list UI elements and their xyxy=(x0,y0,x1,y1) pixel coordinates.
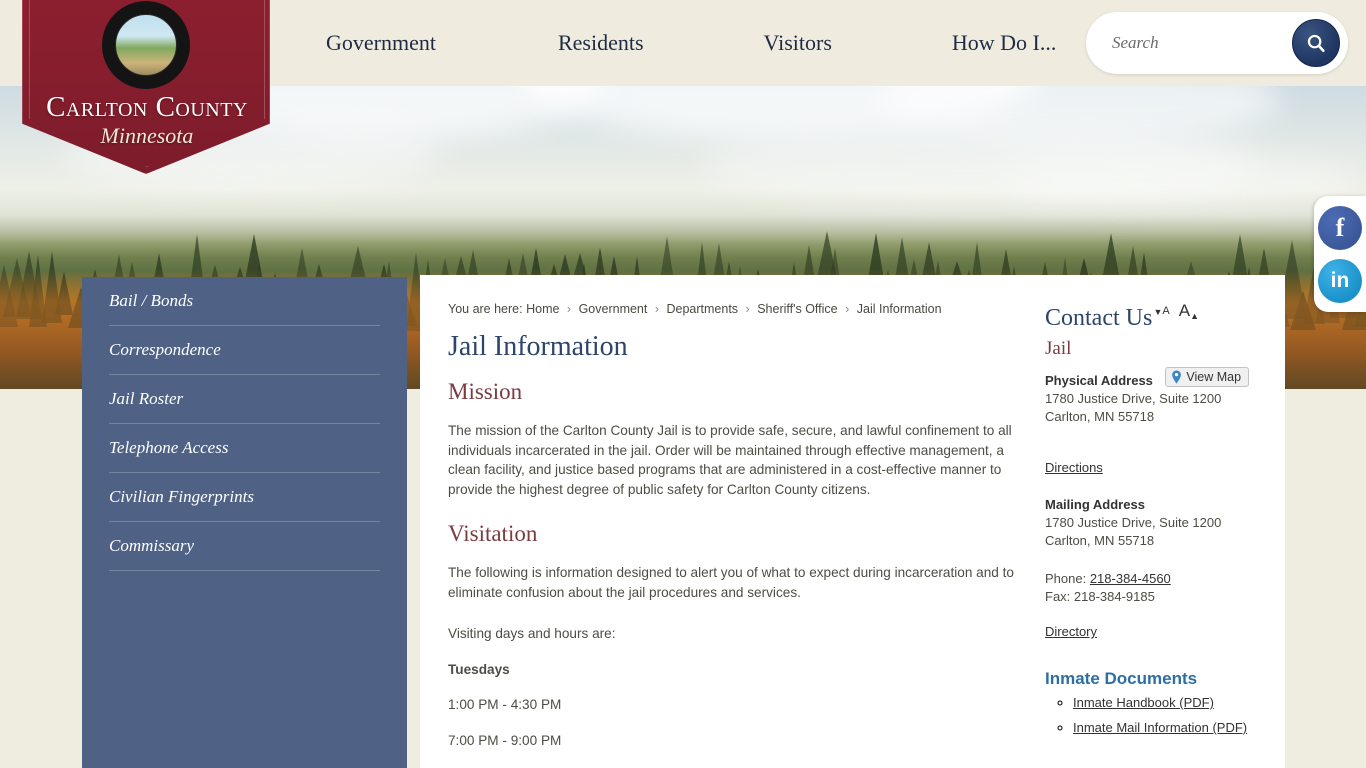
search-input[interactable] xyxy=(1112,23,1272,63)
physical-address-label: Physical Address xyxy=(1045,373,1153,388)
directions-link[interactable]: Directions xyxy=(1045,460,1280,475)
breadcrumb-item-home[interactable]: Home xyxy=(526,302,559,316)
physical-address-block: Physical Address View Map 1780 Justice D… xyxy=(1045,367,1280,426)
breadcrumb-separator: › xyxy=(566,302,572,316)
breadcrumb-separator: › xyxy=(845,302,850,316)
sidebar-item-bail-bonds[interactable]: Bail / Bonds xyxy=(109,277,380,326)
mission-paragraph: The mission of the Carlton County Jail i… xyxy=(448,423,1012,497)
county-seal-icon xyxy=(102,1,190,89)
sidebar-item-commissary[interactable]: Commissary xyxy=(109,522,380,571)
list-item: Inmate Handbook (PDF) xyxy=(1073,694,1280,712)
inmate-handbook-link[interactable]: Inmate Handbook (PDF) xyxy=(1073,695,1214,710)
nav-item-how-do-i[interactable]: How Do I... xyxy=(926,30,1083,56)
section-sidebar-nav: Bail / Bonds Correspondence Jail Roster … xyxy=(82,277,407,768)
cloud-shape xyxy=(1000,150,1360,210)
article-body: Mission The mission of the Carlton Count… xyxy=(448,379,1016,750)
nav-item-government[interactable]: Government xyxy=(300,30,462,56)
contact-department-name: Jail xyxy=(1045,338,1072,359)
view-map-label: View Map xyxy=(1186,370,1242,384)
page-title: Jail Information xyxy=(448,331,628,362)
social-media-rail: f in xyxy=(1314,196,1366,312)
mailing-address-label: Mailing Address xyxy=(1045,497,1145,512)
sidebar-item-telephone-access[interactable]: Telephone Access xyxy=(109,424,380,473)
map-pin-icon xyxy=(1172,370,1182,384)
breadcrumb-item-departments[interactable]: Departments xyxy=(667,302,739,316)
fax-row: Fax: 218-384-9185 xyxy=(1045,589,1155,604)
nav-item-visitors[interactable]: Visitors xyxy=(738,30,858,56)
visiting-time-2: 7:00 PM - 9:00 PM xyxy=(448,732,562,748)
main-navigation: Government Residents Visitors How Do I..… xyxy=(300,0,1082,86)
view-map-button[interactable]: View Map xyxy=(1165,367,1250,387)
breadcrumb: You are here: Home › Government › Depart… xyxy=(448,302,942,316)
sidebar-item-jail-roster[interactable]: Jail Roster xyxy=(109,375,380,424)
page-root: Government Residents Visitors How Do I..… xyxy=(0,0,1366,768)
contact-sidebar: Contact Us Jail Physical Address View Ma… xyxy=(1045,305,1280,744)
logo-county-name: Carlton County xyxy=(46,91,248,123)
breadcrumb-prefix: You are here: xyxy=(448,302,523,316)
section-heading-mission: Mission xyxy=(448,379,523,404)
sidebar-item-correspondence[interactable]: Correspondence xyxy=(109,326,380,375)
breadcrumb-item-jail-information: Jail Information xyxy=(856,302,942,316)
search-icon xyxy=(1307,34,1325,53)
phone-label: Phone: xyxy=(1045,571,1087,586)
linkedin-icon[interactable]: in xyxy=(1318,258,1362,303)
directory-link[interactable]: Directory xyxy=(1045,624,1280,639)
nav-item-residents[interactable]: Residents xyxy=(532,30,670,56)
section-heading-visitation: Visitation xyxy=(448,521,538,546)
phone-number-link[interactable]: 218-384-4560 xyxy=(1090,571,1171,586)
visitation-paragraph: The following is information designed to… xyxy=(448,565,1014,600)
seal-landscape xyxy=(115,14,177,76)
breadcrumb-item-sheriffs-office[interactable]: Sheriff's Office xyxy=(757,302,837,316)
mailing-address-line-1: 1780 Justice Drive, Suite 1200 xyxy=(1045,515,1222,530)
content-panel: You are here: Home › Government › Depart… xyxy=(420,275,1285,768)
mailing-address-line-2: Carlton, MN 55718 xyxy=(1045,533,1155,548)
search-button[interactable] xyxy=(1292,19,1340,67)
search-box xyxy=(1086,12,1348,74)
contact-us-title: Contact Us xyxy=(1045,305,1153,331)
visiting-day-label: Tuesdays xyxy=(448,661,510,677)
visiting-time-1: 1:00 PM - 4:30 PM xyxy=(448,697,562,712)
visiting-hours-intro: Visiting days and hours are: xyxy=(448,626,616,641)
breadcrumb-item-government[interactable]: Government xyxy=(579,302,648,316)
physical-address-line-1: 1780 Justice Drive, Suite 1200 xyxy=(1045,391,1222,406)
physical-address-line-2: Carlton, MN 55718 xyxy=(1045,409,1155,424)
phone-row: Phone: 218-384-4560 xyxy=(1045,570,1280,588)
inmate-documents-list: Inmate Handbook (PDF) Inmate Mail Inform… xyxy=(1073,694,1280,737)
inmate-mail-information-link[interactable]: Inmate Mail Information (PDF) xyxy=(1073,720,1247,735)
sidebar-item-civilian-fingerprints[interactable]: Civilian Fingerprints xyxy=(109,473,380,522)
facebook-icon[interactable]: f xyxy=(1318,205,1362,250)
breadcrumb-separator: › xyxy=(654,302,660,316)
list-item: Inmate Mail Information (PDF) xyxy=(1073,719,1280,737)
inmate-documents-title: Inmate Documents xyxy=(1045,669,1198,688)
breadcrumb-separator: › xyxy=(745,302,750,316)
